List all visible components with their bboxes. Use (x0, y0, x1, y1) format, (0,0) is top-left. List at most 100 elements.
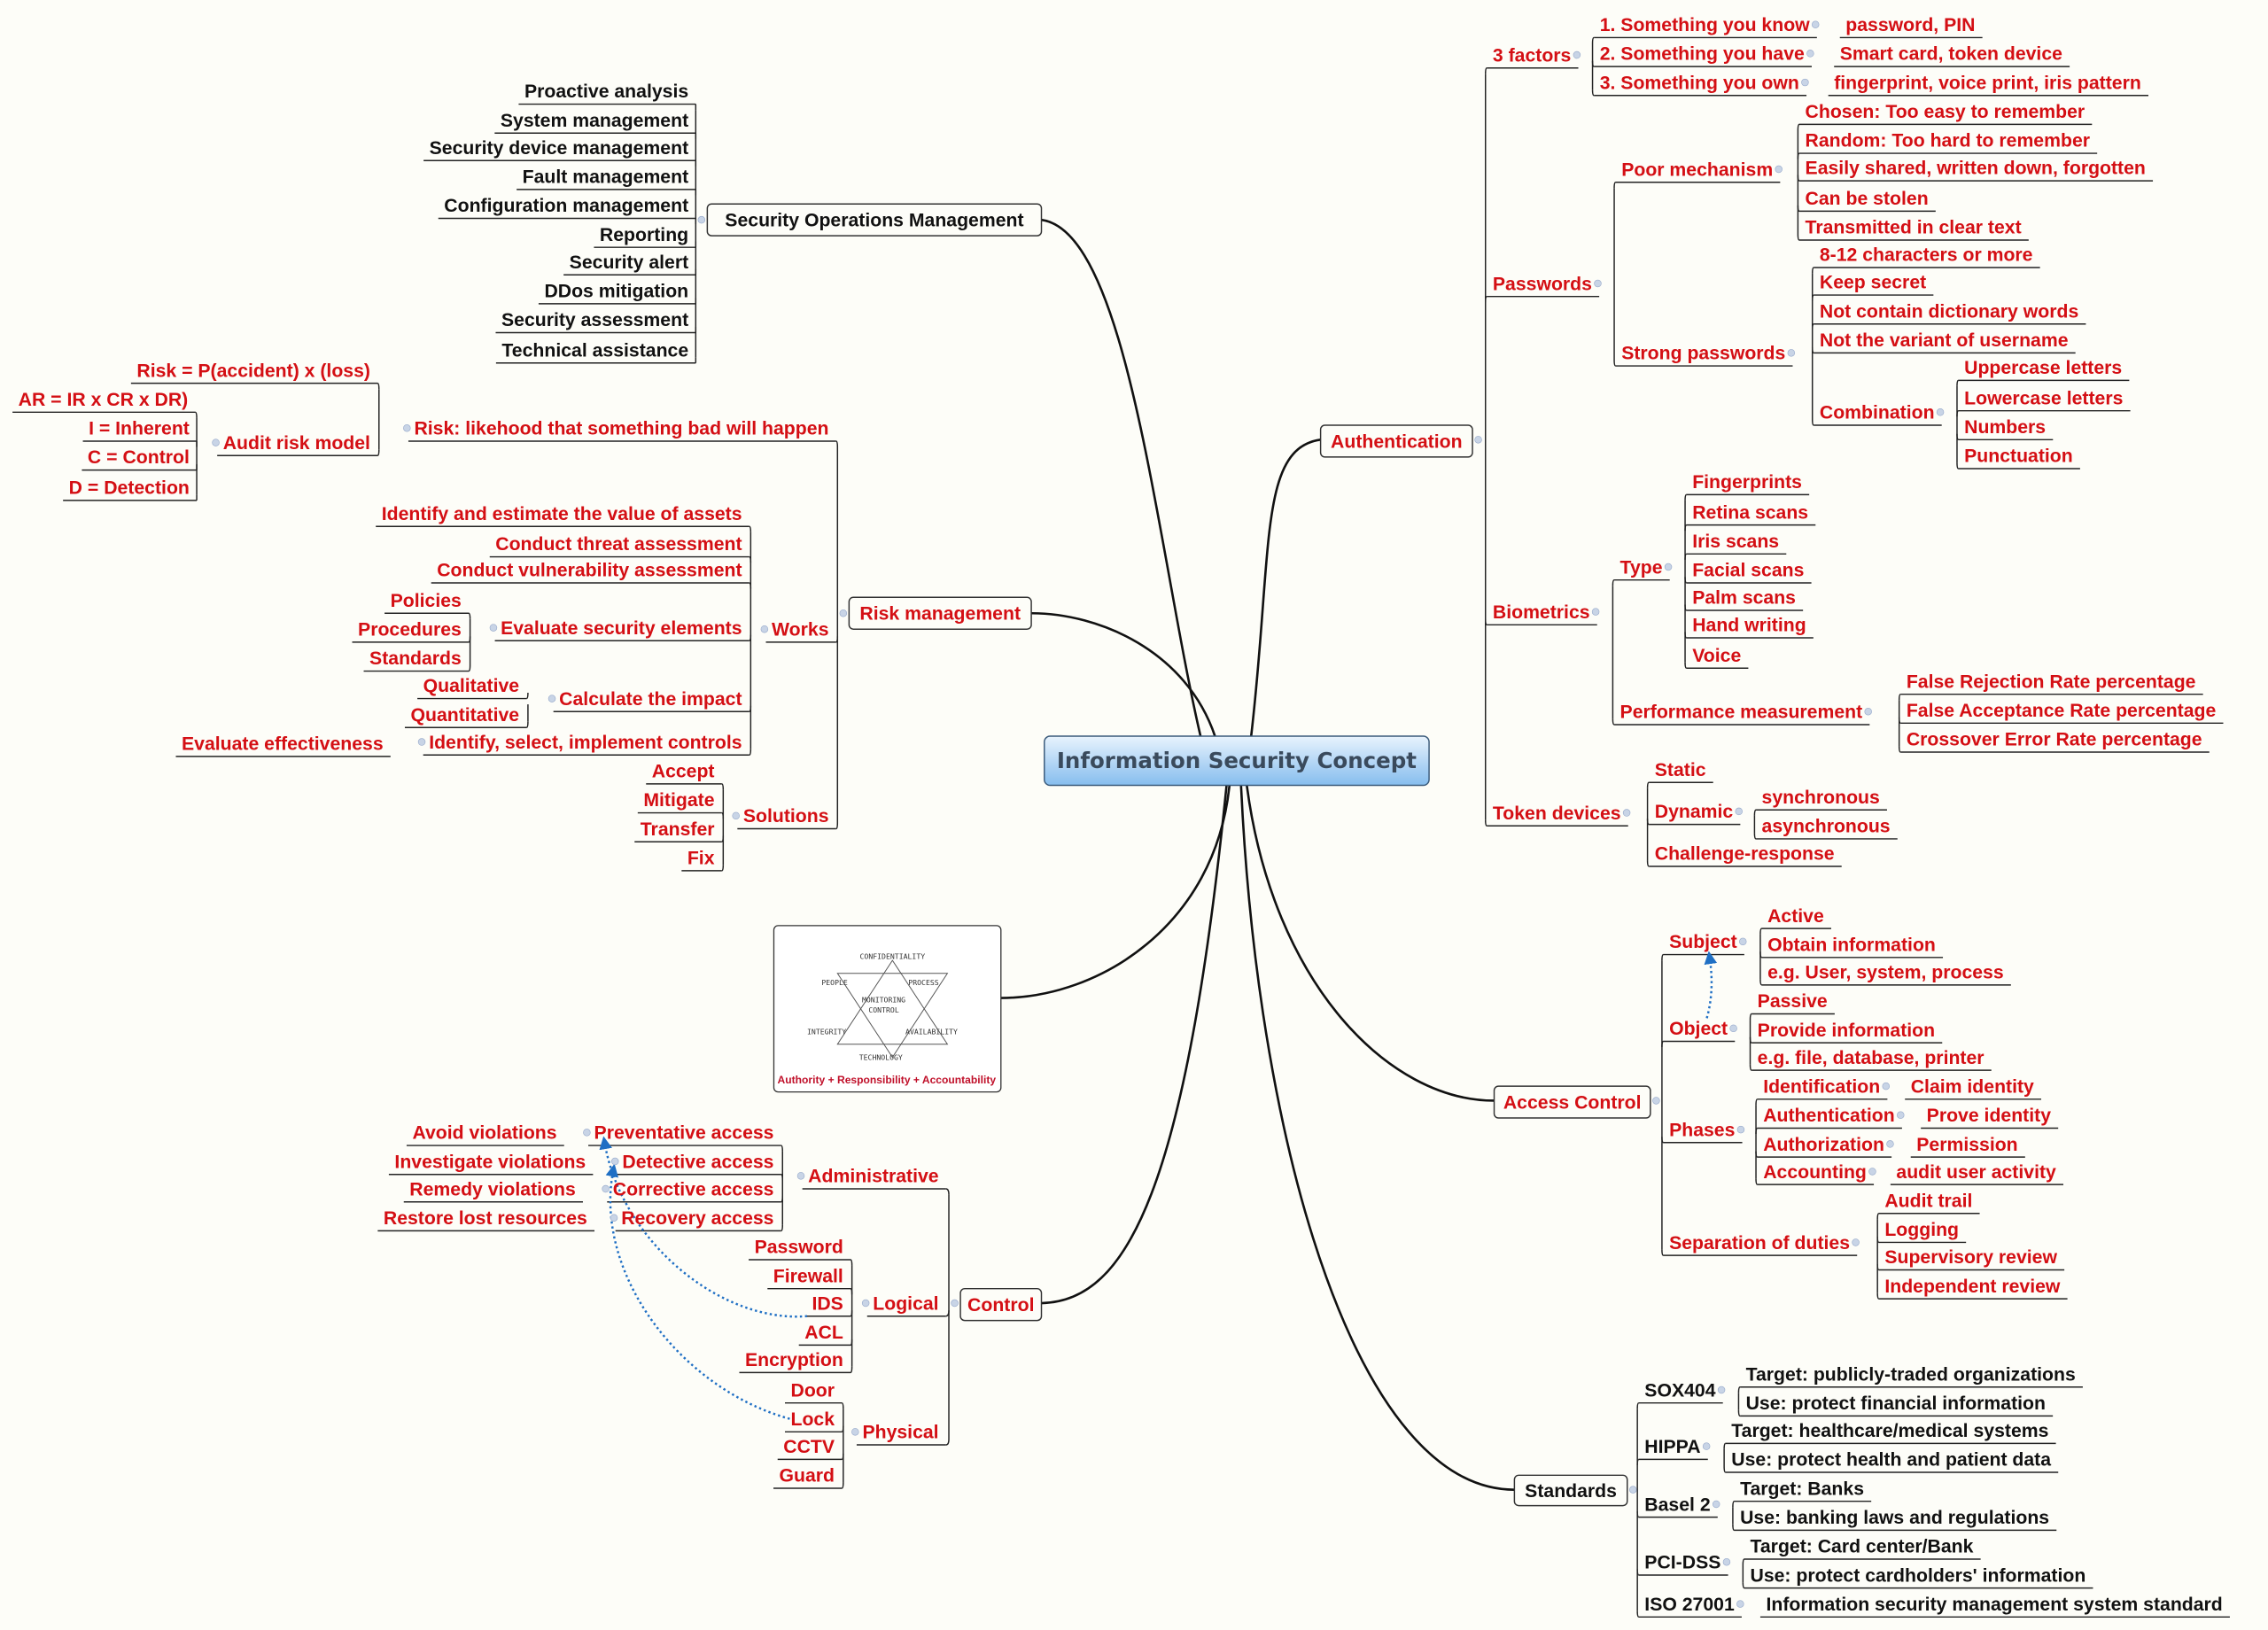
strong-password-item[interactable]: Keep secret (1820, 273, 1926, 293)
solution-item[interactable]: Mitigate (643, 790, 714, 811)
biometric-type-item[interactable]: Retina scans (1692, 502, 1808, 523)
collapse-toggle-icon[interactable] (1712, 1500, 1720, 1509)
collapse-toggle-icon[interactable] (1801, 78, 1809, 87)
collapse-toggle-icon[interactable] (1736, 1600, 1744, 1608)
ops-item[interactable]: Configuration management (444, 196, 688, 216)
ops-item[interactable]: Security device management (430, 138, 688, 159)
strong-passwords-node[interactable]: Strong passwords (1621, 344, 1785, 364)
collapse-toggle-icon[interactable] (1852, 1238, 1860, 1246)
factor-item[interactable]: 1. Something you know (1600, 15, 1810, 35)
logical-control-item[interactable]: ACL (804, 1323, 843, 1343)
biometric-type-item[interactable]: Voice (1692, 646, 1741, 666)
poor-mechanism-item[interactable]: Transmitted in clear text (1806, 218, 2022, 238)
security-element[interactable]: Policies (391, 591, 462, 611)
subject-node[interactable]: Subject (1669, 932, 1737, 952)
factor-example[interactable]: fingerprint, voice print, iris pattern (1834, 73, 2141, 93)
logical-control-item[interactable]: Encryption (745, 1350, 843, 1370)
combination-item[interactable]: Punctuation (1964, 446, 2073, 467)
collapse-toggle-icon[interactable] (602, 1184, 610, 1193)
collapse-toggle-icon[interactable] (1652, 1097, 1660, 1105)
collapse-toggle-icon[interactable] (1474, 436, 1482, 444)
standard-use[interactable]: Use: banking laws and regulations (1740, 1508, 2049, 1528)
standard-use[interactable]: Use: protect cardholders' information (1751, 1565, 2086, 1586)
solutions-node[interactable]: Solutions (743, 806, 829, 827)
separation-of-duties-node[interactable]: Separation of duties (1669, 1233, 1850, 1254)
standard-target[interactable]: Target: Card center/Bank (1751, 1537, 1974, 1557)
phase-item[interactable]: Authentication (1763, 1106, 1895, 1126)
works-item[interactable]: Identify, select, implement controls (429, 733, 742, 753)
collapse-toggle-icon[interactable] (1886, 1140, 1894, 1148)
audit-term[interactable]: D = Detection (69, 478, 190, 499)
admin-control-item[interactable]: Recovery access (621, 1208, 773, 1229)
collapse-toggle-icon[interactable] (1811, 20, 1820, 29)
token-device-item[interactable]: Challenge-response (1655, 844, 1835, 865)
phases-node[interactable]: Phases (1669, 1120, 1735, 1140)
subject-item[interactable]: e.g. User, system, process (1767, 962, 2004, 982)
combination-item[interactable]: Lowercase letters (1964, 388, 2123, 408)
works-item[interactable]: Conduct vulnerability assessment (437, 561, 742, 581)
factor-item[interactable]: 3. Something you own (1600, 73, 1799, 93)
security-element[interactable]: Standards (369, 648, 462, 669)
collapse-toggle-icon[interactable] (1936, 408, 1945, 416)
strong-password-item[interactable]: Not the variant of username (1820, 330, 2069, 351)
combination-item[interactable]: Numbers (1964, 417, 2046, 438)
separation-item[interactable]: Supervisory review (1884, 1247, 2057, 1268)
admin-control-item[interactable]: Corrective access (613, 1179, 774, 1199)
poor-mechanism-item[interactable]: Chosen: Too easy to remember (1806, 102, 2085, 122)
collapse-toggle-icon[interactable] (839, 609, 848, 617)
collapse-toggle-icon[interactable] (548, 695, 556, 702)
performance-item[interactable]: Crossover Error Rate percentage (1907, 730, 2202, 750)
object-node[interactable]: Object (1669, 1019, 1728, 1039)
collapse-toggle-icon[interactable] (1717, 1386, 1726, 1394)
admin-control-item[interactable]: Preventative access (594, 1123, 774, 1144)
relationship-arrow-object-subject[interactable] (1704, 951, 1718, 1019)
impact-method[interactable]: Quantitative (410, 705, 519, 726)
phase-description[interactable]: Permission (1916, 1135, 2017, 1155)
phase-description[interactable]: audit user activity (1896, 1162, 2056, 1183)
collapse-toggle-icon[interactable] (1787, 349, 1796, 357)
collapse-toggle-icon[interactable] (1897, 1111, 1905, 1120)
collapse-toggle-icon[interactable] (1591, 608, 1600, 616)
phase-item[interactable]: Accounting (1763, 1162, 1867, 1183)
collapse-toggle-icon[interactable] (1622, 809, 1631, 817)
collapse-toggle-icon[interactable] (851, 1428, 859, 1436)
collapse-toggle-icon[interactable] (610, 1157, 619, 1166)
combination-item[interactable]: Uppercase letters (1964, 358, 2122, 378)
performance-item[interactable]: False Rejection Rate percentage (1907, 671, 2196, 692)
collapse-toggle-icon[interactable] (417, 738, 426, 746)
collapse-toggle-icon[interactable] (1736, 1125, 1745, 1134)
standard-description[interactable]: Information security management system s… (1766, 1595, 2222, 1615)
logical-node[interactable]: Logical (873, 1293, 938, 1314)
solution-item[interactable]: Accept (652, 762, 715, 782)
audit-risk-model[interactable]: Audit risk model (223, 433, 370, 454)
risk-definition[interactable]: Risk: likehood that something bad will h… (414, 419, 828, 439)
audit-formula[interactable]: AR = IR x CR x DR) (19, 390, 189, 410)
solution-item[interactable]: Fix (687, 849, 715, 869)
works-item[interactable]: Identify and estimate the value of asset… (382, 504, 742, 524)
central-topic[interactable]: Information Security Concept (1044, 735, 1430, 787)
token-device-item[interactable]: Dynamic (1655, 802, 1734, 822)
standard-iso-27001[interactable]: ISO 27001 (1644, 1595, 1735, 1615)
standard-hippa[interactable]: HIPPA (1644, 1437, 1700, 1457)
administrative-node[interactable]: Administrative (808, 1167, 939, 1187)
collapse-toggle-icon[interactable] (610, 1214, 618, 1222)
standard-basel-2[interactable]: Basel 2 (1644, 1494, 1710, 1515)
biometric-type-item[interactable]: Iris scans (1692, 532, 1779, 552)
risk-formula[interactable]: Risk = P(accident) x (loss) (136, 361, 370, 381)
poor-mechanism-node[interactable]: Poor mechanism (1621, 159, 1773, 180)
biometric-type-item[interactable]: Hand writing (1692, 616, 1806, 636)
subject-item[interactable]: Active (1767, 906, 1824, 927)
admin-control-purpose[interactable]: Remedy violations (409, 1179, 575, 1199)
strong-password-item[interactable]: Not contain dictionary words (1820, 301, 2078, 322)
collapse-toggle-icon[interactable] (1629, 1486, 1637, 1494)
collapse-toggle-icon[interactable] (1739, 937, 1747, 946)
separation-item[interactable]: Independent review (1884, 1277, 2061, 1297)
physical-control-item[interactable]: CCTV (783, 1437, 835, 1457)
token-device-item[interactable]: Static (1655, 760, 1706, 780)
physical-control-item[interactable]: Door (791, 1380, 835, 1401)
phase-item[interactable]: Authorization (1763, 1135, 1884, 1155)
standard-pci-dss[interactable]: PCI-DSS (1644, 1553, 1720, 1573)
collapse-toggle-icon[interactable] (1729, 1024, 1737, 1033)
admin-control-purpose[interactable]: Investigate violations (394, 1152, 586, 1172)
object-item[interactable]: Provide information (1758, 1021, 1935, 1041)
